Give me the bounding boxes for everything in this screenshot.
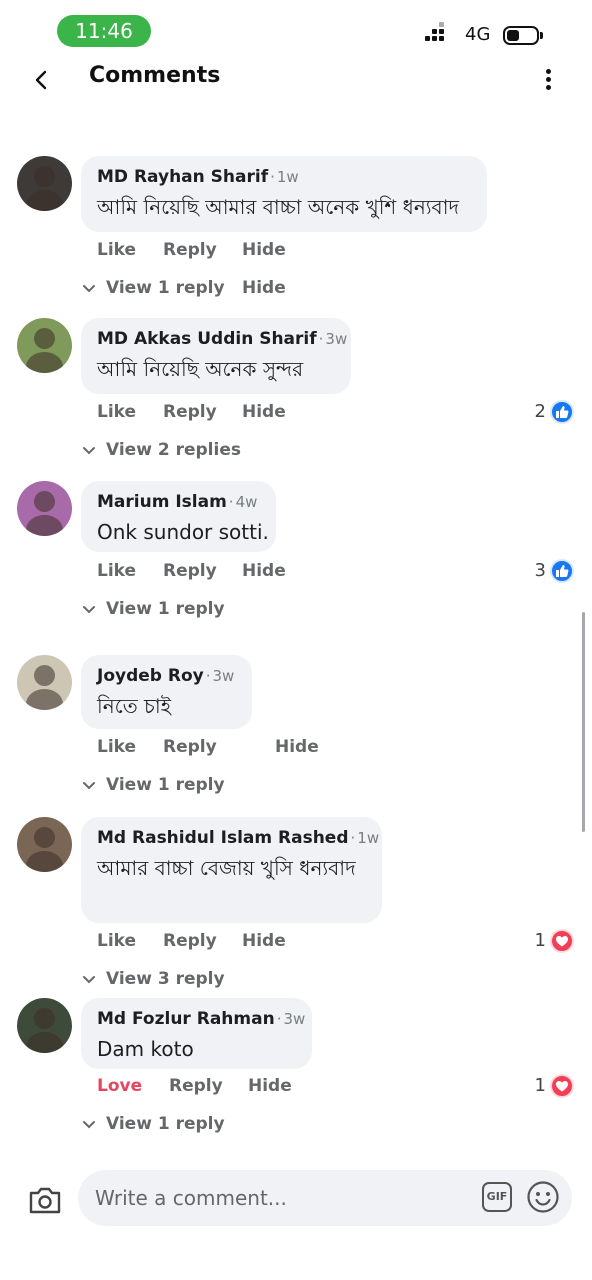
reply-button[interactable]: Reply	[169, 1076, 223, 1096]
view-replies-label: View 1 reply	[106, 1114, 225, 1134]
chevron-down-icon	[83, 285, 95, 293]
reply-button[interactable]: Reply	[163, 402, 217, 422]
hide-replies-button[interactable]: Hide	[242, 278, 286, 298]
comment-age[interactable]: 4w	[236, 493, 258, 511]
hide-button[interactable]: Hide	[242, 240, 286, 260]
view-replies-label: View 2 replies	[106, 440, 241, 460]
hide-button[interactable]: Hide	[242, 931, 286, 951]
chevron-down-icon	[83, 782, 95, 790]
view-replies-button[interactable]: View 1 reply	[80, 1114, 280, 1138]
comment-bubble[interactable]: MD Rayhan Sharif · 1w আমি নিয়েছি আমার বাচ…	[81, 156, 487, 232]
comment-age[interactable]: 1w	[357, 829, 379, 847]
hide-button[interactable]: Hide	[275, 737, 319, 757]
like-button[interactable]: Like	[97, 402, 136, 422]
comment-age[interactable]: 3w	[325, 330, 347, 348]
reaction-summary[interactable]: 1	[514, 929, 574, 953]
chevron-down-icon	[83, 976, 95, 984]
love-icon	[550, 929, 574, 953]
view-replies-label: View 1 reply	[106, 599, 225, 619]
reaction-count: 1	[534, 1075, 546, 1096]
comment-author[interactable]: MD Akkas Uddin Sharif	[97, 329, 317, 349]
comment-age[interactable]: 3w	[213, 667, 235, 685]
avatar[interactable]	[17, 998, 72, 1053]
love-reaction-button[interactable]: Love	[97, 1076, 142, 1096]
comment-author[interactable]: Md Fozlur Rahman	[97, 1009, 275, 1029]
comment-bubble[interactable]: Joydeb Roy · 3w নিতে চাই	[81, 655, 252, 729]
comment-age[interactable]: 1w	[277, 168, 299, 186]
comment-author[interactable]: Md Rashidul Islam Rashed	[97, 828, 349, 848]
avatar[interactable]	[17, 156, 72, 211]
comment-author[interactable]: Marium Islam	[97, 492, 227, 512]
view-replies-button[interactable]: View 1 reply Hide	[80, 278, 300, 302]
comment-bubble[interactable]: Md Fozlur Rahman · 3w Dam koto	[81, 998, 312, 1069]
view-replies-label: View 1 reply	[106, 278, 225, 298]
chevron-down-icon	[83, 606, 95, 614]
view-replies-button[interactable]: View 2 replies	[80, 440, 280, 464]
avatar[interactable]	[17, 318, 72, 373]
comment-bubble[interactable]: MD Akkas Uddin Sharif · 3w আমি নিয়েছি অনে…	[81, 318, 351, 394]
reply-button[interactable]: Reply	[163, 931, 217, 951]
comment-author[interactable]: MD Rayhan Sharif	[97, 167, 268, 187]
like-button[interactable]: Like	[97, 931, 136, 951]
avatar[interactable]	[17, 817, 72, 872]
reaction-count: 1	[534, 930, 546, 951]
comment-author[interactable]: Joydeb Roy	[97, 666, 204, 686]
like-icon	[550, 559, 574, 583]
hide-button[interactable]: Hide	[242, 402, 286, 422]
reply-button[interactable]: Reply	[163, 240, 217, 260]
gif-button[interactable]: GIF	[482, 1182, 512, 1212]
view-replies-button[interactable]: View 3 reply	[80, 969, 280, 993]
comment-age[interactable]: 3w	[283, 1010, 305, 1028]
comment-text: Dam koto	[97, 1037, 194, 1061]
comment-list[interactable]: MD Rayhan Sharif · 1w আমি নিয়েছি আমার বাচ…	[0, 0, 592, 1160]
comment-bubble[interactable]: Marium Islam · 4w Onk sundor sotti.	[81, 481, 276, 552]
comment-bubble[interactable]: Md Rashidul Islam Rashed · 1w আমার বাচ্চা …	[81, 817, 382, 923]
reply-button[interactable]: Reply	[163, 561, 217, 581]
like-icon	[550, 400, 574, 424]
comment-text: আমার বাচ্চা বেজায় খুসি ধন্যবাদ	[97, 856, 356, 880]
view-replies-label: View 1 reply	[106, 775, 225, 795]
comment-text: নিতে চাই	[97, 694, 172, 718]
emoji-icon[interactable]	[526, 1180, 560, 1214]
comment-composer: GIF	[0, 1160, 592, 1280]
hide-button[interactable]: Hide	[242, 561, 286, 581]
chevron-down-icon	[83, 447, 95, 455]
comment-text: আমি নিয়েছি অনেক সুন্দর	[97, 357, 304, 381]
reaction-count: 2	[534, 401, 546, 422]
reaction-count: 3	[534, 560, 546, 581]
love-icon	[550, 1074, 574, 1098]
scrollbar-thumb[interactable]	[582, 612, 585, 832]
hide-button[interactable]: Hide	[248, 1076, 292, 1096]
avatar[interactable]	[17, 655, 72, 710]
like-button[interactable]: Like	[97, 240, 136, 260]
camera-icon[interactable]	[27, 1184, 63, 1216]
reaction-summary[interactable]: 1	[514, 1074, 574, 1098]
like-button[interactable]: Like	[97, 561, 136, 581]
comment-text: Onk sundor sotti.	[97, 520, 269, 544]
reply-button[interactable]: Reply	[163, 737, 217, 757]
view-replies-button[interactable]: View 1 reply	[80, 775, 280, 799]
view-replies-button[interactable]: View 1 reply	[80, 599, 280, 623]
view-replies-label: View 3 reply	[106, 969, 225, 989]
like-button[interactable]: Like	[97, 737, 136, 757]
avatar[interactable]	[17, 481, 72, 536]
reaction-summary[interactable]: 2	[514, 400, 574, 424]
comment-text: আমি নিয়েছি আমার বাচ্চা অনেক খুশি ধন্যবা…	[97, 195, 459, 219]
reaction-summary[interactable]: 3	[514, 559, 574, 583]
chevron-down-icon	[83, 1121, 95, 1129]
